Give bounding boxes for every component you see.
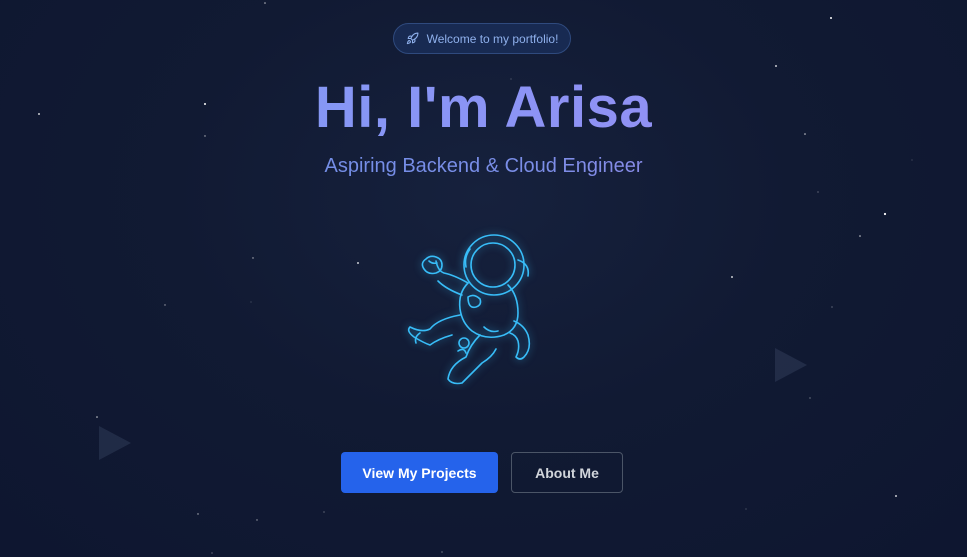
page-subtitle: Aspiring Backend & Cloud Engineer	[0, 155, 967, 178]
decorative-triangle	[99, 426, 131, 460]
view-projects-button[interactable]: View My Projects	[341, 452, 498, 493]
about-me-button[interactable]: About Me	[511, 452, 623, 493]
rocket-icon	[406, 32, 419, 45]
badge-label: Welcome to my portfolio!	[426, 31, 559, 46]
decorative-triangle	[775, 348, 807, 382]
astronaut-icon	[407, 234, 531, 385]
welcome-badge: Welcome to my portfolio!	[393, 23, 571, 54]
page-title: Hi, I'm Arisa	[0, 74, 967, 141]
